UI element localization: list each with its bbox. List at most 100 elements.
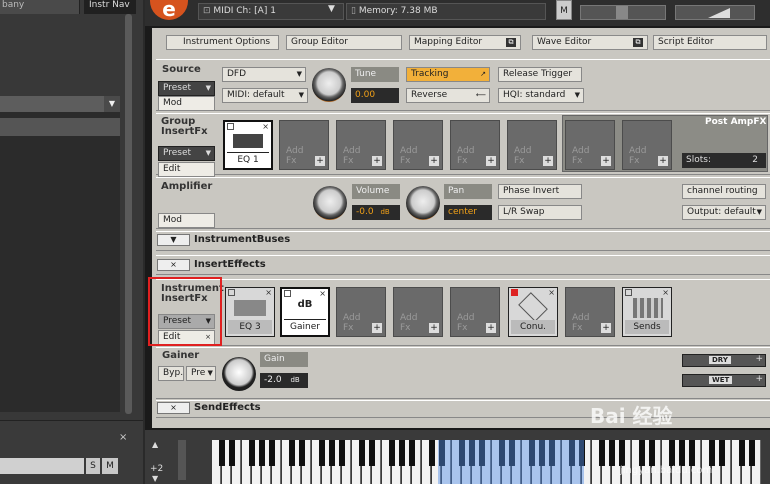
tab-group-editor[interactable]: Group Editor — [286, 35, 402, 50]
pan-knob[interactable] — [406, 186, 440, 220]
dfd-dropdown[interactable]: DFD ▼ — [222, 67, 306, 82]
mod-wheel[interactable] — [178, 440, 186, 480]
hqi-dropdown[interactable]: HQI: standard ▼ — [498, 88, 584, 103]
pan-value[interactable]: center — [444, 205, 492, 220]
add-icon[interactable]: + — [429, 156, 439, 166]
output-dropdown[interactable]: Output: default ▼ — [682, 205, 766, 220]
black-key[interactable] — [429, 440, 435, 466]
browser-bottom-field[interactable] — [0, 458, 84, 474]
volume-knob[interactable] — [313, 186, 347, 220]
black-key[interactable] — [679, 440, 685, 466]
group-fx-slot-empty[interactable]: Add Fx + — [279, 120, 329, 170]
add-icon[interactable]: + — [372, 156, 382, 166]
instrument-buses-expand-button[interactable]: ▼ — [157, 234, 190, 246]
black-key[interactable] — [409, 440, 415, 466]
black-key[interactable] — [739, 440, 745, 466]
instrument-fx-slot-eq3[interactable]: × EQ 3 — [225, 287, 275, 337]
bypass-icon[interactable] — [625, 289, 632, 296]
instrument-fx-slot-empty[interactable]: Add Fx + — [336, 287, 386, 337]
lr-swap-button[interactable]: L/R Swap — [498, 205, 582, 220]
add-icon[interactable]: + — [543, 156, 553, 166]
black-key[interactable] — [749, 440, 755, 466]
source-mod-tab[interactable]: Mod — [158, 96, 215, 111]
instrument-fx-slot-convolution[interactable]: × Conu. — [508, 287, 558, 337]
instrument-fx-slot-empty[interactable]: Add Fx + — [393, 287, 443, 337]
mute-instrument-button[interactable]: M — [556, 0, 572, 20]
tab-wave-editor[interactable]: Wave Editor ⧉ — [532, 35, 648, 50]
add-icon[interactable]: + — [372, 323, 382, 333]
tab-script-editor[interactable]: Script Editor — [653, 35, 767, 50]
add-icon[interactable]: + — [486, 323, 496, 333]
black-key[interactable] — [619, 440, 625, 466]
black-key[interactable] — [269, 440, 275, 466]
group-preset-dropdown[interactable]: Preset ▼ — [158, 146, 215, 161]
channel-routing-button[interactable]: channel routing — [682, 184, 766, 199]
group-fx-slot-empty[interactable]: Add Fx + — [336, 120, 386, 170]
tune-slider-thumb[interactable] — [616, 6, 628, 19]
mute-button[interactable]: M — [102, 458, 118, 474]
instrument-fx-slot-gainer[interactable]: × dB Gainer — [280, 287, 330, 337]
instrument-fx-slot-empty[interactable]: Add Fx + — [450, 287, 500, 337]
close-icon[interactable]: × — [262, 122, 269, 131]
wet-slider[interactable]: WET + — [682, 374, 766, 387]
add-icon[interactable]: + — [601, 323, 611, 333]
browser-tab[interactable]: bany — [0, 0, 80, 14]
tune-value[interactable]: 0.00 — [351, 88, 399, 103]
close-icon[interactable]: × — [319, 289, 326, 298]
instrument-fx-slot-empty[interactable]: Add Fx + — [565, 287, 615, 337]
black-key[interactable] — [389, 440, 395, 466]
group-edit-tab[interactable]: Edit — [158, 162, 215, 177]
pre-post-dropdown[interactable]: Pre ▼ — [186, 366, 216, 381]
add-icon[interactable]: + — [658, 156, 668, 166]
browser-scrollbar[interactable] — [125, 14, 132, 414]
close-icon[interactable]: × — [119, 432, 127, 443]
black-key[interactable] — [219, 440, 225, 466]
bypass-icon[interactable] — [228, 289, 235, 296]
add-icon[interactable]: + — [486, 156, 496, 166]
expand-icon[interactable]: ⧉ — [633, 38, 643, 47]
black-key[interactable] — [599, 440, 605, 466]
black-key[interactable] — [339, 440, 345, 466]
gain-knob[interactable] — [222, 357, 256, 391]
midi-channel-selector[interactable]: ⊡ MIDI Ch: [A] 1 — [198, 3, 344, 20]
black-key[interactable] — [399, 440, 405, 466]
group-fx-slot-empty[interactable]: Add Fx + — [450, 120, 500, 170]
add-icon[interactable]: + — [429, 323, 439, 333]
instrument-navigator-tab[interactable]: Instr Nav — [84, 0, 136, 14]
black-key[interactable] — [369, 440, 375, 466]
black-key[interactable] — [329, 440, 335, 466]
source-preset-dropdown[interactable]: Preset ▼ — [158, 81, 215, 96]
chevron-down-icon[interactable]: ▼ — [104, 96, 120, 112]
gain-value[interactable]: -2.0 dB — [260, 373, 308, 388]
black-key[interactable] — [709, 440, 715, 466]
slots-field[interactable]: Slots: 2 — [682, 153, 766, 168]
release-trigger-button[interactable]: Release Trigger — [498, 67, 582, 82]
amplifier-mod-tab[interactable]: Mod — [158, 213, 215, 228]
black-key[interactable] — [719, 440, 725, 466]
black-key[interactable] — [229, 440, 235, 466]
black-key[interactable] — [639, 440, 645, 466]
bypass-icon[interactable] — [284, 290, 291, 297]
bypass-button[interactable]: Byp. — [158, 366, 184, 381]
tune-knob[interactable] — [312, 68, 346, 102]
expand-icon[interactable]: ⧉ — [506, 38, 516, 47]
bypass-icon[interactable] — [227, 123, 234, 130]
group-fx-slot-empty[interactable]: Add Fx + — [507, 120, 557, 170]
black-key[interactable] — [669, 440, 675, 466]
octave-down-icon[interactable]: ▼ — [152, 474, 158, 483]
black-key[interactable] — [689, 440, 695, 466]
black-key[interactable] — [359, 440, 365, 466]
black-key[interactable] — [299, 440, 305, 466]
chevron-down-icon[interactable]: ▼ — [328, 4, 335, 14]
black-key[interactable] — [289, 440, 295, 466]
solo-button[interactable]: S — [86, 458, 100, 474]
phase-invert-button[interactable]: Phase Invert — [498, 184, 582, 199]
tracking-button[interactable]: Tracking ↗ — [406, 67, 490, 82]
add-icon[interactable]: + — [601, 156, 611, 166]
bypass-icon[interactable] — [511, 289, 518, 296]
group-fx-slot-eq1[interactable]: × EQ 1 — [223, 120, 273, 170]
browser-selected-row[interactable] — [0, 118, 120, 136]
tab-instrument-options[interactable]: Instrument Options — [166, 35, 279, 50]
dry-slider[interactable]: DRY + — [682, 354, 766, 367]
octave-up-icon[interactable]: ▲ — [152, 440, 158, 449]
